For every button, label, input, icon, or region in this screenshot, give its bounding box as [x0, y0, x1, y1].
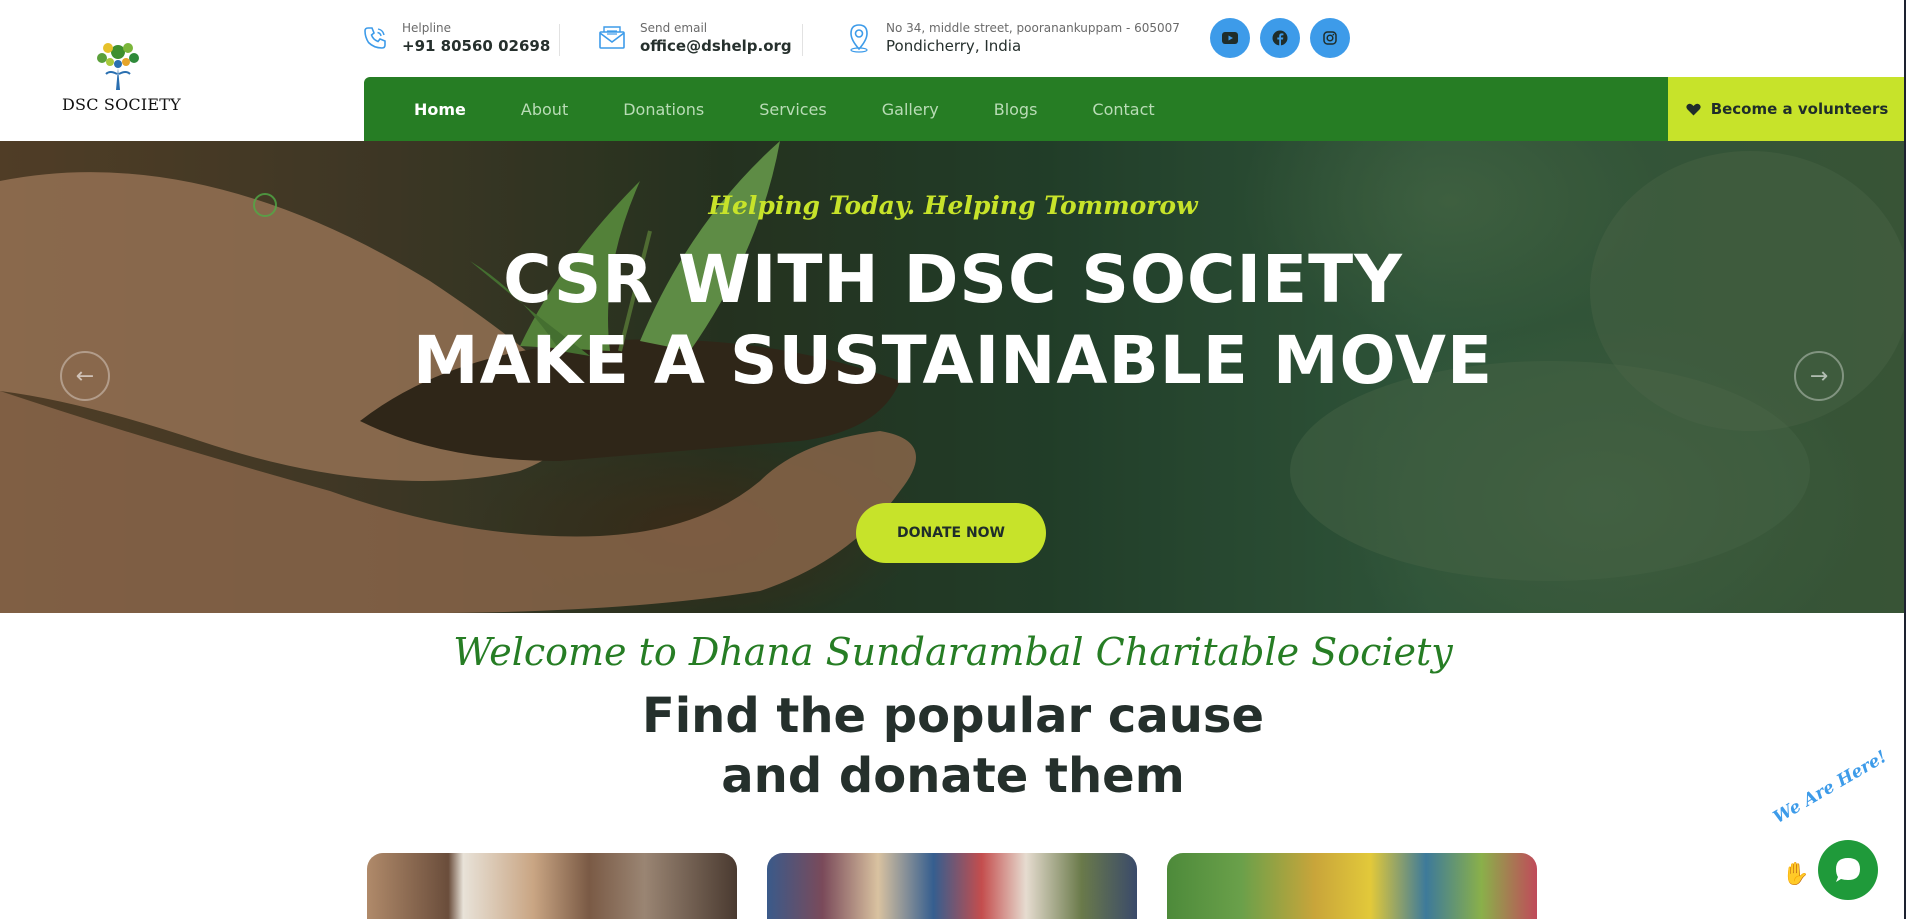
volunteer-label: Become a volunteers	[1710, 100, 1889, 118]
email-contact[interactable]: Send email office@dshelp.org	[598, 20, 792, 56]
hero-slider: Helping Today. Helping Tommorow CSR WITH…	[0, 141, 1906, 613]
logo-text: DSC SOCIETY	[62, 95, 181, 114]
site-logo[interactable]: DSC SOCIETY	[62, 34, 181, 114]
helpline-contact[interactable]: Helpline +91 80560 02698	[362, 20, 550, 56]
nav-item-contact[interactable]: Contact	[1092, 100, 1154, 119]
instagram-icon[interactable]	[1310, 18, 1350, 58]
headline-line: and donate them	[721, 748, 1185, 804]
heart-icon	[1686, 103, 1701, 115]
headline-line: Find the popular cause	[641, 688, 1265, 744]
chat-bubble-icon	[1836, 858, 1860, 882]
prev-slide-arrow-icon[interactable]: ←	[60, 351, 110, 401]
social-links	[1210, 18, 1350, 58]
main-nav: Home About Donations Services Gallery Bl…	[364, 77, 1668, 141]
next-slide-arrow-icon[interactable]: →	[1794, 351, 1844, 401]
address-city: Pondicherry, India	[886, 37, 1022, 55]
helpline-label: Helpline	[402, 21, 452, 35]
phone-icon	[362, 25, 388, 51]
cause-card-image[interactable]	[767, 853, 1137, 919]
cause-card-image[interactable]	[1167, 853, 1537, 919]
address-contact: No 34, middle street, pooranankuppam - 6…	[846, 20, 1180, 56]
nav-item-donations[interactable]: Donations	[623, 100, 704, 119]
waving-hand-icon: ✋	[1782, 862, 1810, 887]
header-divider	[559, 24, 560, 56]
youtube-icon[interactable]	[1210, 18, 1250, 58]
nav-item-gallery[interactable]: Gallery	[882, 100, 939, 119]
hero-title: CSR WITH DSC SOCIETY MAKE A SUSTAINABLE …	[0, 239, 1906, 401]
welcome-heading: Welcome to Dhana Sundarambal Charitable …	[453, 630, 1453, 674]
helpline-number[interactable]: +91 80560 02698	[402, 36, 550, 56]
email-address[interactable]: office@dshelp.org	[640, 36, 792, 56]
hero-tagline: Helping Today. Helping Tommorow	[708, 191, 1198, 220]
mail-icon	[598, 25, 626, 51]
donate-now-button[interactable]: DONATE NOW	[856, 503, 1046, 563]
facebook-icon[interactable]	[1260, 18, 1300, 58]
address-line: No 34, middle street, pooranankuppam - 6…	[886, 21, 1180, 35]
nav-item-blogs[interactable]: Blogs	[994, 100, 1038, 119]
nav-item-services[interactable]: Services	[759, 100, 826, 119]
hero-title-line: CSR WITH DSC SOCIETY	[503, 241, 1403, 318]
nav-item-about[interactable]: About	[521, 100, 568, 119]
page: DSC SOCIETY Helpline +91 80560 02698 Sen…	[0, 0, 1906, 919]
header-divider	[802, 24, 803, 56]
nav-item-home[interactable]: Home	[414, 100, 466, 119]
become-volunteer-button[interactable]: Become a volunteers	[1668, 77, 1906, 141]
email-label: Send email	[640, 21, 708, 35]
hero-title-line: MAKE A SUSTAINABLE MOVE	[412, 322, 1494, 399]
cause-card-image[interactable]	[367, 853, 737, 919]
chat-widget-button[interactable]	[1818, 840, 1878, 900]
location-pin-icon	[846, 23, 872, 53]
tree-logo-icon	[97, 43, 139, 90]
section-headline: Find the popular cause and donate them	[0, 686, 1906, 806]
